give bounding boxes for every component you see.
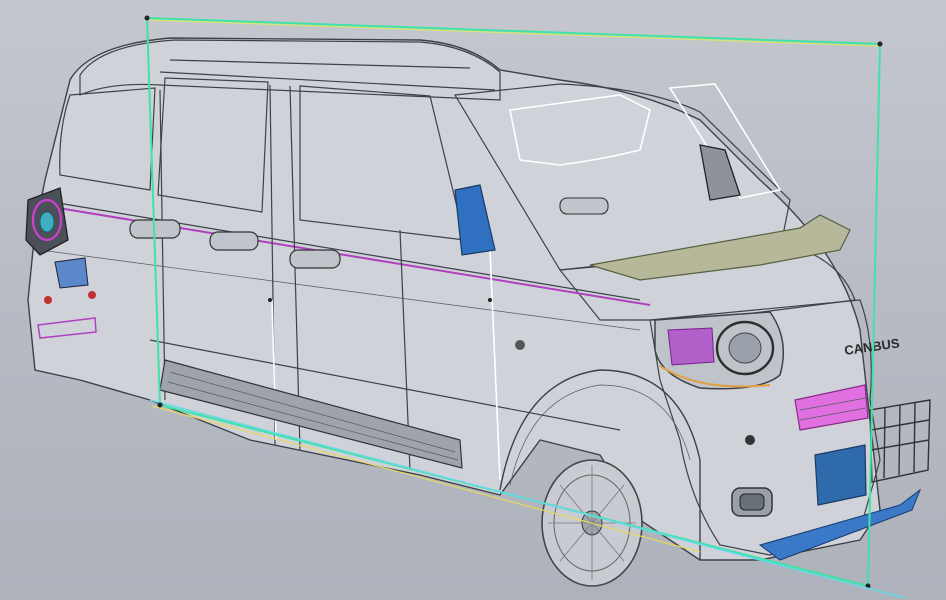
- car-wireframe-render: CANBUS: [25, 15, 931, 599]
- bumper-grid: [869, 399, 931, 483]
- inner-door-handle: [559, 197, 609, 215]
- license-plate-icon: [814, 444, 867, 506]
- front-door-handle: [289, 249, 341, 269]
- sliding-door-handle: [209, 231, 259, 251]
- cad-viewport[interactable]: CANBUS: [0, 0, 946, 600]
